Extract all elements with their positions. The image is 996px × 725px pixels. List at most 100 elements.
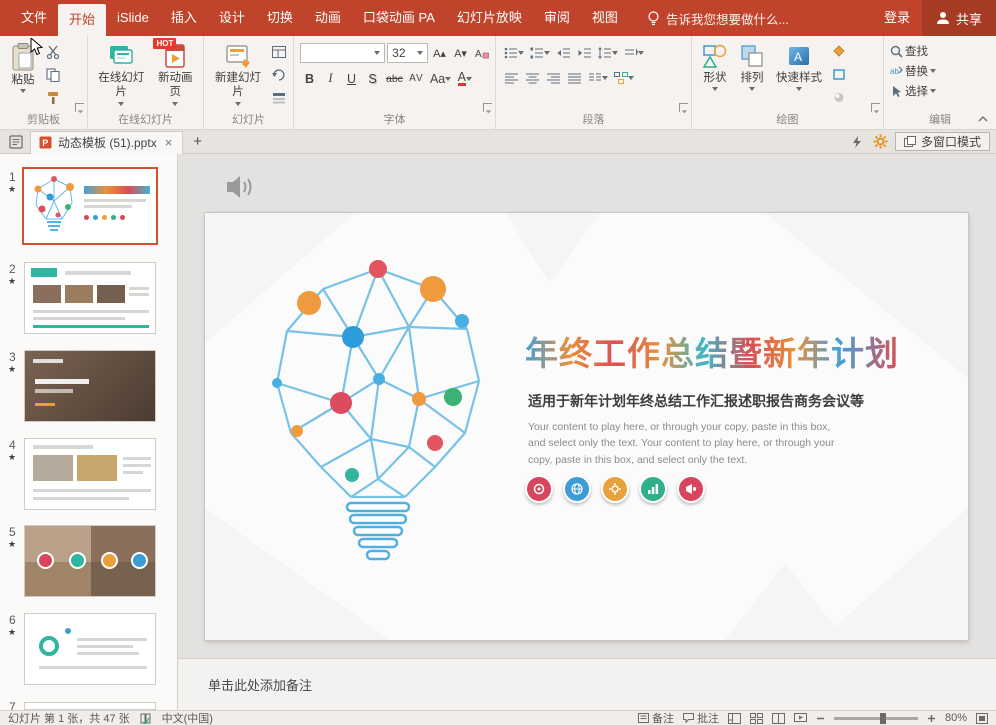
text-direction-button[interactable] — [622, 43, 646, 62]
slide-item-6[interactable]: 6 ★ — [0, 613, 177, 701]
strikethrough-button[interactable]: abc — [384, 69, 405, 88]
slideshow-view-button[interactable] — [793, 712, 807, 724]
spellcheck-icon[interactable] — [140, 713, 152, 724]
login-button[interactable]: 登录 — [872, 0, 922, 36]
justify-button[interactable] — [565, 68, 584, 87]
tab-animations[interactable]: 动画 — [304, 0, 352, 36]
format-painter-button[interactable] — [43, 88, 63, 107]
close-tab-icon[interactable]: × — [163, 135, 175, 150]
shrink-font-button[interactable]: A▾ — [451, 44, 470, 63]
globe-icon[interactable] — [563, 475, 591, 503]
new-tab-button[interactable]: + — [187, 133, 208, 150]
reading-view-button[interactable] — [771, 712, 785, 724]
find-button[interactable]: 查找 — [890, 43, 992, 59]
copy-button[interactable] — [43, 65, 63, 84]
decrease-indent-button[interactable] — [554, 43, 573, 62]
italic-button[interactable]: I — [321, 69, 340, 88]
convert-smartart-button[interactable] — [612, 68, 636, 87]
slide-thumbnail[interactable] — [24, 702, 156, 710]
grow-font-button[interactable]: A▴ — [430, 44, 449, 63]
slide-item-3[interactable]: 3 ★ — [0, 350, 177, 438]
slide-title[interactable]: 年终工作总结暨新年计划 — [525, 327, 899, 375]
change-case-button[interactable]: Aa — [428, 69, 453, 88]
slide-subtitle[interactable]: 适用于新年计划年终总结工作汇报述职报告商务会议等 — [528, 391, 864, 411]
fit-to-window-button[interactable] — [976, 712, 988, 724]
select-button[interactable]: 选择 — [890, 83, 992, 99]
slide-thumbnail[interactable] — [24, 525, 156, 597]
tab-design[interactable]: 设计 — [208, 0, 256, 36]
slide-item-7[interactable]: 7 — [0, 700, 177, 710]
slide-editing-surface[interactable]: 年终工作总结暨新年计划 适用于新年计划年终总结工作汇报述职报告商务会议等 You… — [205, 213, 968, 640]
tell-me-box[interactable]: 告诉我您想要做什么... — [639, 0, 797, 36]
layout-button[interactable] — [269, 42, 289, 61]
shape-fill-button[interactable] — [829, 42, 849, 61]
lightbulb-network-graphic[interactable] — [257, 251, 499, 591]
clear-formatting-button[interactable]: A — [472, 44, 491, 63]
megaphone-icon[interactable] — [677, 475, 705, 503]
notes-pane[interactable]: 单击此处添加备注 — [178, 658, 996, 710]
underline-button[interactable]: U — [342, 69, 361, 88]
audio-speaker-icon[interactable] — [226, 174, 256, 200]
file-list-icon[interactable] — [6, 132, 26, 152]
slide-thumbnail[interactable] — [24, 438, 156, 510]
tab-transitions[interactable]: 切换 — [256, 0, 304, 36]
collapse-ribbon-button[interactable] — [976, 113, 990, 125]
align-left-button[interactable] — [502, 68, 521, 87]
slide-sorter-view-button[interactable] — [749, 712, 763, 724]
reset-slide-button[interactable] — [269, 65, 289, 84]
slide-body-text[interactable]: Your content to play here, or through yo… — [528, 419, 850, 468]
line-spacing-button[interactable] — [596, 43, 620, 62]
shape-effects-button[interactable] — [829, 88, 849, 107]
bar-chart-icon[interactable] — [639, 475, 667, 503]
font-color-button[interactable]: A — [455, 69, 474, 88]
new-slide-button[interactable]: 新建幻灯片 — [210, 40, 266, 112]
tab-insert[interactable]: 插入 — [160, 0, 208, 36]
tab-home[interactable]: 开始 — [58, 4, 107, 36]
normal-view-button[interactable] — [727, 712, 741, 724]
quick-styles-button[interactable]: A 快速样式 — [772, 40, 826, 112]
cut-button[interactable] — [43, 42, 63, 61]
tab-slideshow[interactable]: 幻灯片放映 — [446, 0, 533, 36]
share-button[interactable]: 共享 — [921, 0, 996, 36]
slide-counter[interactable]: 幻灯片 第 1 张，共 47 张 — [8, 710, 130, 725]
character-spacing-button[interactable]: AV — [407, 69, 426, 88]
settings-gear-icon[interactable] — [871, 132, 891, 152]
new-animation-page-button[interactable]: HOT 新动画页 — [151, 38, 199, 112]
slide-item-4[interactable]: 4 ★ — [0, 438, 177, 526]
tab-islide[interactable]: iSlide — [106, 0, 160, 36]
slide-item-1[interactable]: 1 ★ — [0, 167, 177, 258]
comments-toggle[interactable]: 批注 — [682, 710, 719, 725]
slide-item-2[interactable]: 2 ★ — [0, 262, 177, 350]
replace-button[interactable]: ab 替换 — [890, 63, 992, 79]
text-shadow-button[interactable]: S — [363, 69, 382, 88]
zoom-in-button[interactable] — [927, 714, 936, 723]
notes-toggle[interactable]: 备注 — [637, 710, 674, 725]
zoom-out-button[interactable] — [816, 714, 825, 723]
boost-icon[interactable] — [847, 132, 867, 152]
slide-thumbnail[interactable] — [22, 167, 158, 245]
shape-outline-button[interactable] — [829, 65, 849, 84]
columns-button[interactable] — [586, 68, 610, 87]
font-name-combo[interactable] — [300, 43, 386, 63]
zoom-percentage[interactable]: 80% — [945, 712, 967, 724]
language-indicator[interactable]: 中文(中国) — [162, 710, 213, 725]
zoom-slider[interactable] — [833, 712, 918, 724]
bold-button[interactable]: B — [300, 69, 319, 88]
bullets-button[interactable] — [502, 43, 526, 62]
arrange-button[interactable]: 排列 — [735, 40, 769, 112]
font-size-combo[interactable]: 32 — [387, 43, 428, 63]
tab-review[interactable]: 审阅 — [533, 0, 581, 36]
section-button[interactable] — [269, 88, 289, 107]
align-center-button[interactable] — [523, 68, 542, 87]
zoom-slider-thumb[interactable] — [880, 712, 887, 724]
slide-thumbnail[interactable] — [24, 350, 156, 422]
numbering-button[interactable] — [528, 43, 552, 62]
slide-item-5[interactable]: 5 ★ — [0, 525, 177, 613]
tab-view[interactable]: 视图 — [581, 0, 629, 36]
slide-thumbnail[interactable] — [24, 613, 156, 685]
tab-file[interactable]: 文件 — [10, 0, 58, 36]
align-right-button[interactable] — [544, 68, 563, 87]
multi-window-mode-button[interactable]: 多窗口模式 — [894, 132, 990, 151]
document-tab[interactable]: P 动态模板 (51).pptx × — [30, 130, 184, 154]
slide-thumbnail[interactable] — [24, 262, 156, 334]
